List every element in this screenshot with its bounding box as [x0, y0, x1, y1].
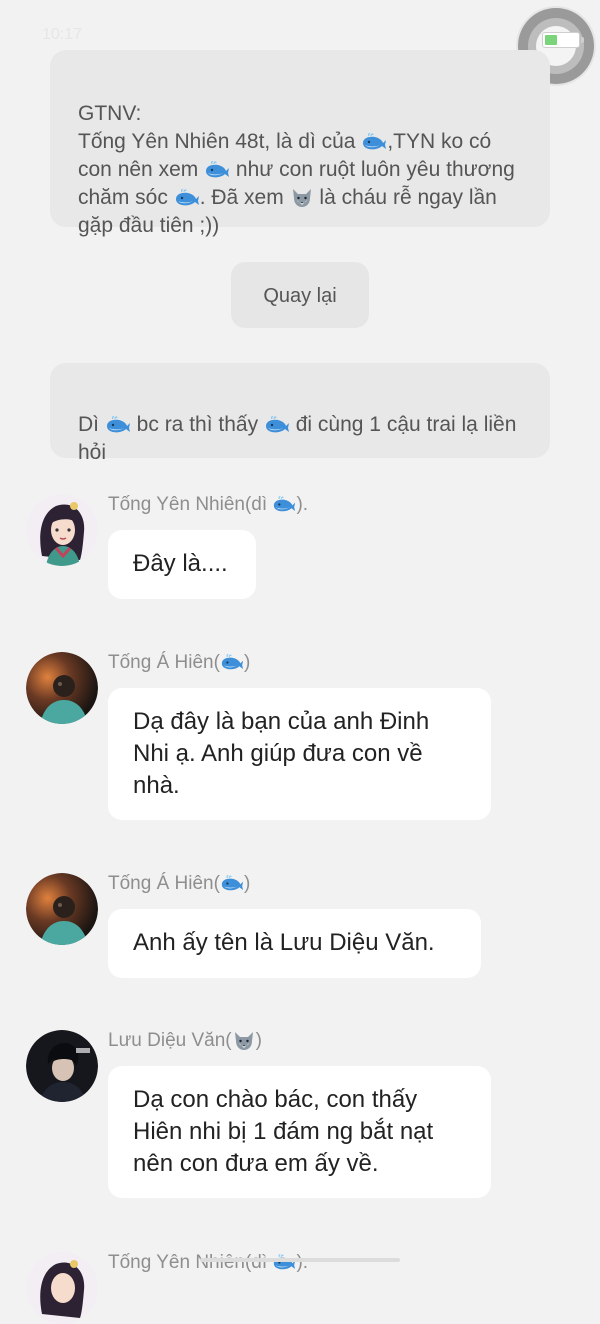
message-bubble: Anh ấy tên là Lưu Diệu Văn. — [108, 909, 481, 978]
whale-icon — [204, 160, 230, 180]
narration-text: Dì bc ra thì thấy đi cùng 1 cậu trai lạ … — [78, 413, 517, 464]
sender-name: Lưu Diệu Văn() — [108, 1030, 262, 1052]
whale-icon — [220, 874, 244, 893]
avatar-aunt[interactable] — [26, 1252, 98, 1324]
avatar-van[interactable] — [26, 1030, 98, 1102]
avatar-hien[interactable] — [26, 873, 98, 945]
whale-icon — [264, 415, 290, 435]
message-bubble: Dạ con chào bác, con thấy Hiên nhi bị 1 … — [108, 1066, 491, 1198]
message-bubble: Dạ đây là bạn của anh Đinh Nhi ạ. Anh gi… — [108, 688, 491, 820]
wolf-icon — [232, 1030, 256, 1052]
whale-icon — [220, 653, 244, 672]
sender-name: Tống Á Hiên() — [108, 652, 251, 673]
battery-icon — [542, 32, 584, 48]
avatar-aunt[interactable] — [26, 494, 98, 566]
narration-box-scene: Dì bc ra thì thấy đi cùng 1 cậu trai lạ … — [50, 363, 550, 464]
whale-icon — [361, 132, 387, 152]
avatar-hien[interactable] — [26, 652, 98, 724]
narration-text: GTNV: Tống Yên Nhiên 48t, là dì của ,TYN… — [78, 102, 515, 237]
whale-icon — [174, 188, 200, 208]
sender-name: Tống Yên Nhiên(dì ). — [108, 494, 309, 515]
whale-icon — [272, 495, 296, 514]
status-bar: 10:17 — [0, 0, 600, 84]
wolf-icon — [290, 187, 314, 209]
whale-icon — [105, 415, 131, 435]
whale-icon — [272, 1253, 296, 1272]
message-bubble: Đây là.... — [108, 530, 256, 599]
back-button[interactable]: Quay lại — [231, 262, 369, 328]
status-time: 10:17 — [42, 26, 83, 43]
narration-box-character-intro: GTNV: Tống Yên Nhiên 48t, là dì của ,TYN… — [50, 50, 550, 237]
sender-name: Tống Yên Nhiên(dì ). — [108, 1252, 309, 1273]
sender-name: Tống Á Hiên() — [108, 873, 251, 894]
home-indicator[interactable] — [200, 1258, 400, 1262]
